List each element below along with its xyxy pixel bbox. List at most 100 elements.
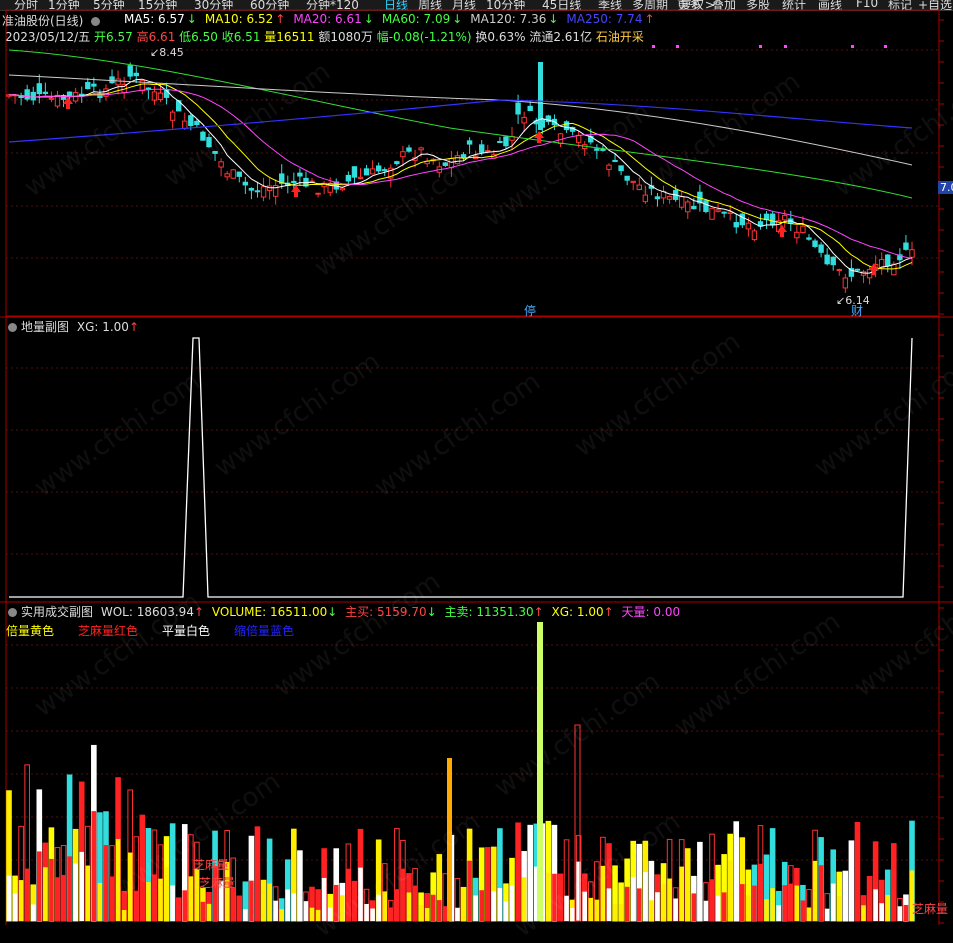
stop-mark: 停 bbox=[524, 304, 537, 318]
candle-body bbox=[30, 91, 36, 101]
ma5-line bbox=[8, 78, 913, 274]
volume-bar-part bbox=[352, 903, 357, 921]
volume-bar-part bbox=[37, 851, 42, 921]
volume-bar-part bbox=[370, 908, 375, 921]
kline-chart[interactable] bbox=[0, 0, 953, 925]
volume-bar-part bbox=[727, 860, 733, 921]
volume-legend-item: 芝麻量红色 bbox=[78, 624, 139, 638]
volume-bar-part bbox=[849, 896, 854, 921]
candle-body bbox=[709, 207, 715, 220]
candle-body bbox=[836, 269, 842, 272]
volume-bar-part bbox=[309, 907, 315, 921]
zhima-label-1: 芝麻量 bbox=[193, 858, 230, 872]
price-panel-frame bbox=[5, 9, 940, 317]
volume-bar-part bbox=[188, 876, 194, 921]
candle-body bbox=[575, 134, 582, 143]
volume-bar-part bbox=[388, 907, 394, 921]
volume-bar-part bbox=[406, 892, 412, 921]
volume-bar-part bbox=[485, 879, 491, 921]
volume-bar-part bbox=[12, 893, 18, 921]
volume-bar-part bbox=[67, 856, 72, 921]
volume-bar-part bbox=[430, 894, 436, 921]
volume-bar-part bbox=[461, 902, 466, 921]
candle-body bbox=[885, 254, 891, 267]
volume-bar-part bbox=[55, 877, 60, 921]
candle-body bbox=[909, 249, 915, 258]
candle-body bbox=[903, 242, 909, 250]
volume-bar-part bbox=[364, 903, 369, 921]
volume-bar-part bbox=[606, 888, 612, 921]
candle-body bbox=[194, 120, 200, 126]
volume-bar-part bbox=[879, 903, 884, 921]
candle-body bbox=[618, 165, 624, 172]
sub2-title: 实用成交副图 bbox=[21, 605, 94, 619]
volume-bar-part bbox=[479, 890, 485, 921]
sub2-wol: WOL: 18603.94 bbox=[100, 605, 194, 619]
volume-bar-part bbox=[291, 893, 297, 921]
candle-body bbox=[448, 157, 455, 169]
volume-bar-part bbox=[655, 892, 660, 921]
signal-dot bbox=[676, 45, 679, 48]
candle-body bbox=[479, 144, 485, 153]
volume-legend-item: 平量白色 bbox=[162, 624, 211, 638]
candle-body bbox=[521, 116, 527, 124]
candle-body bbox=[242, 181, 249, 186]
volume-bar-part bbox=[176, 905, 181, 921]
volume-bar-part bbox=[497, 887, 503, 921]
volume-bar-part bbox=[515, 882, 521, 921]
volume-bar-part bbox=[249, 880, 254, 921]
xg-line bbox=[9, 337, 913, 598]
volume-bar-part bbox=[830, 883, 836, 921]
volume-bar-part bbox=[467, 860, 472, 921]
sub2-volume-arrow: ↓ bbox=[327, 605, 338, 619]
volume-bar-part bbox=[740, 884, 745, 921]
volume-bar-part bbox=[255, 879, 260, 921]
sub2-zhumai2: 主卖: 11351.30 bbox=[444, 605, 534, 619]
volume-bar-part bbox=[109, 876, 115, 921]
signal-dot bbox=[652, 45, 655, 48]
candle-body bbox=[466, 140, 473, 145]
volume-bar-part bbox=[164, 867, 169, 921]
volume-bar-part bbox=[6, 875, 12, 921]
volume-spike-bar bbox=[537, 622, 543, 921]
candle-body bbox=[721, 211, 727, 214]
volume-bar-part bbox=[709, 879, 715, 921]
candle-body bbox=[794, 231, 800, 239]
sub1-menu-icon[interactable] bbox=[8, 323, 17, 332]
candle-body bbox=[842, 277, 849, 289]
volume-bar-part bbox=[806, 907, 812, 921]
volume-bar-part bbox=[340, 895, 345, 921]
volume-bar-part bbox=[182, 890, 188, 921]
candle-body bbox=[769, 213, 776, 226]
candle-body bbox=[206, 137, 212, 148]
candle-body bbox=[454, 155, 461, 165]
volume-bar-part bbox=[30, 904, 36, 921]
candle-body bbox=[418, 147, 424, 151]
ma250-line bbox=[8, 99, 913, 143]
volume-bar-part bbox=[346, 868, 351, 921]
volume-bar-part bbox=[903, 904, 909, 921]
volume-bar-part bbox=[152, 874, 157, 921]
candle-body bbox=[806, 237, 812, 240]
sub2-header: 实用成交副图 WOL: 18603.94↑ VOLUME: 16511.00↓ … bbox=[8, 603, 680, 620]
sub2-menu-icon[interactable] bbox=[8, 608, 17, 617]
candle-body bbox=[315, 192, 321, 195]
fin-mark: 财 bbox=[851, 304, 864, 318]
volume-bar-part bbox=[73, 863, 78, 921]
candle-body bbox=[363, 168, 370, 176]
candle-body bbox=[406, 147, 412, 152]
sub1-header: 地量副图 XG: 1.00↑ bbox=[8, 318, 139, 335]
volume-bar-part bbox=[855, 867, 860, 921]
candle-body bbox=[297, 172, 303, 177]
volume-bar-part bbox=[412, 885, 418, 921]
candle-body bbox=[345, 174, 352, 182]
sub2-xg: XG: 1.00 bbox=[551, 605, 604, 619]
candle-body bbox=[182, 120, 188, 129]
volume-bar-part bbox=[303, 901, 309, 921]
volume-bar-part bbox=[509, 885, 515, 921]
volume-bar-part bbox=[594, 899, 600, 921]
candle-body bbox=[751, 230, 758, 241]
candle-body bbox=[715, 209, 721, 212]
candle-body bbox=[654, 196, 661, 200]
high-mark: ↙8.45 bbox=[150, 46, 184, 59]
